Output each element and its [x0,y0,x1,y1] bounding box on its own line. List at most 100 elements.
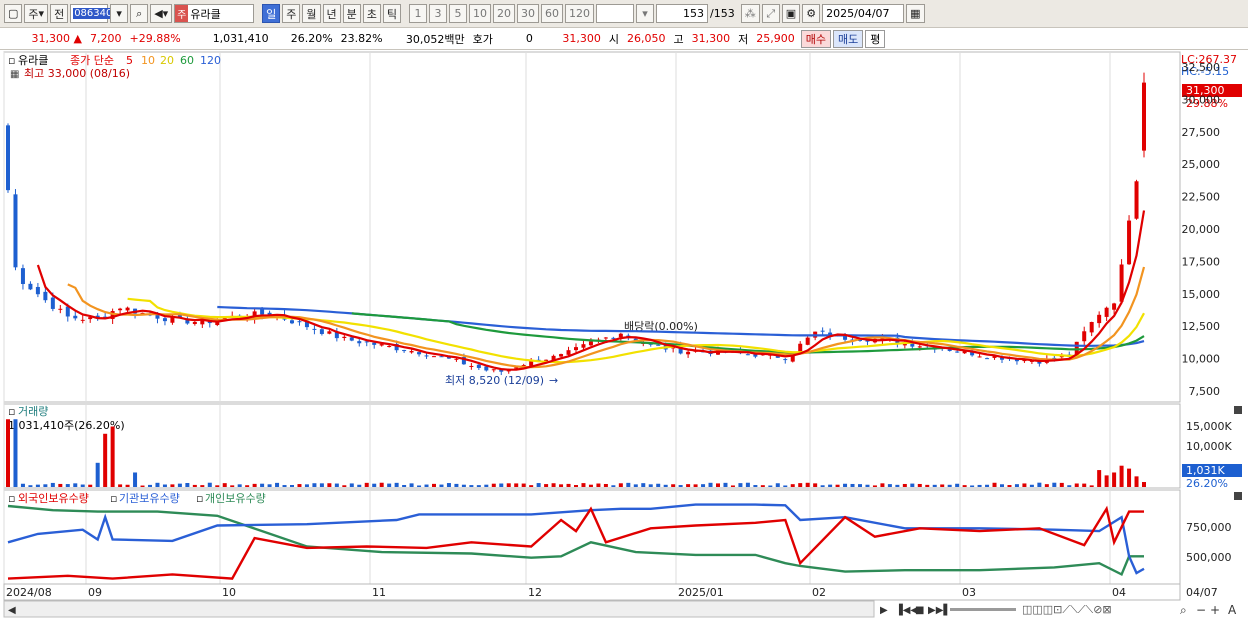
fast-forward-icon[interactable]: ▶▶▌ [928,603,951,616]
candle-body [260,309,265,315]
price-y-tick: 30,000 [1182,93,1221,106]
chart-type-icon[interactable]: ⁂ [740,4,760,23]
volume-bar [409,483,414,487]
holding-close-icon[interactable] [1234,492,1242,500]
x-axis-label: 04 [1112,586,1126,599]
interval-60-button[interactable]: 60 [541,4,564,23]
count-input[interactable]: 153 [656,4,709,23]
scroll-right-icon[interactable]: ▶ [880,605,888,616]
stock-type-tag: 주 [175,5,189,22]
candle-body [656,344,661,346]
draw-tool-icon[interactable]: ⤢ [761,4,780,23]
panel-toggle-icon[interactable]: ▫ [8,54,15,67]
interval-10-button[interactable]: 10 [469,4,492,23]
buy-button[interactable]: 매수 [800,29,831,48]
window-icon[interactable]: ▢ [4,4,23,23]
volume-bar [148,484,152,487]
trade-amount: 30,052백만 [405,32,465,46]
volume-bar [611,485,616,487]
volume-bar [275,482,280,487]
volume-bar [1104,475,1109,487]
volume-bar [947,484,952,487]
volume-close-icon[interactable] [1234,406,1242,414]
stop-icon[interactable]: ■ [915,605,924,616]
holding-panel-toggle-icon[interactable]: ▫ [8,492,15,505]
x-end-label: 04/07 [1186,586,1218,599]
candle-body [357,341,362,344]
save-icon[interactable]: ▣ [781,4,801,23]
interval-30-button[interactable]: 30 [517,4,540,23]
price-y-tick: 7,500 [1189,385,1221,398]
period-tick-button[interactable]: 틱 [382,4,402,23]
font-size-icon[interactable]: A [1228,603,1237,617]
candle-body [1082,331,1087,342]
zoom-out-icon[interactable]: − [1196,603,1206,617]
volume-bar [1112,472,1117,487]
speaker-icon[interactable]: ◀▾ [150,4,173,23]
last-volume-text: 1,031K [1186,464,1225,477]
period-year-button[interactable]: 년 [322,4,341,23]
legend-foreign: 외국인보유수량 [18,492,89,505]
stock-name-box[interactable]: 주 유라클 [174,4,255,23]
volume-bar [917,483,922,487]
ma60-legend: 60 [180,54,194,67]
period-second-button[interactable]: 초 [362,4,381,23]
interval-input[interactable] [596,4,635,23]
code-dropdown-icon[interactable]: ▾ [110,4,129,23]
holding-tick-750000: 750,000 [1186,521,1232,534]
volume-bar [1029,484,1034,487]
calendar-small-icon[interactable]: ▦ [10,69,19,80]
zoom-in-icon[interactable]: + [1210,603,1220,617]
high-price: 31,300 [691,32,731,45]
volume-bar [118,484,123,487]
interval-1-button[interactable]: 1 [409,4,428,23]
volume-bar [1067,485,1072,487]
interval-5-button[interactable]: 5 [449,4,468,23]
volume-bar [1052,482,1057,487]
candle-body [820,330,825,332]
market-select[interactable]: 주 ▾ [24,4,49,23]
x-axis-label: 10 [222,586,236,599]
period-day-button[interactable]: 일 [262,4,281,23]
period-month-button[interactable]: 월 [302,4,321,23]
period-week-button[interactable]: 주 [282,4,301,23]
volume-bar [28,485,33,487]
volume-bar [162,484,167,487]
count-value: 153 [683,7,705,20]
gear-icon[interactable]: ⚙ [802,4,821,23]
ma120-legend: 120 [200,54,221,67]
volume-bar [783,485,788,487]
stock-code-input[interactable]: 086340 [70,4,114,23]
price-y-tick: 12,500 [1182,320,1221,333]
date-input[interactable]: 2025/04/07 [822,4,905,23]
zoom-search-icon[interactable]: ⌕ [1180,603,1187,617]
interval-3-button[interactable]: 3 [429,4,448,23]
calendar-icon[interactable]: ▦ [906,4,925,23]
candle-body [312,328,317,330]
horizontal-scrollbar[interactable] [3,600,875,618]
interval-20-button[interactable]: 20 [493,4,516,23]
volume-panel-toggle-icon[interactable]: ▫ [8,405,15,418]
volume-bar [574,485,578,487]
price-y-tick: 25,000 [1182,158,1221,171]
period-minute-button[interactable]: 분 [342,4,361,23]
candle-body [686,351,691,355]
prev-button[interactable]: 전 [50,4,69,23]
search-icon[interactable]: ⌕ [130,4,149,23]
zoom-slider[interactable] [950,608,1016,611]
x-axis-label: 02 [812,586,826,599]
stock-chart[interactable]: ▫ 유라클 종가 단순 5 10 20 60 120 ▦ 최고 33,000 (… [0,50,1248,621]
volume-bar [491,483,496,487]
interval-dropdown-icon[interactable]: ▾ [636,4,655,23]
volume-bar [902,483,907,487]
sell-button[interactable]: 매도 [833,29,864,48]
interval-120-button[interactable]: 120 [565,4,595,23]
scroll-left-icon[interactable]: ◀ [8,605,16,616]
candle-body [409,351,414,353]
volume-bar [170,484,175,487]
legend-sep-2: ▫ [196,492,203,505]
volume-bar [387,483,392,487]
volume-bar [544,484,549,487]
draw-tools-icon[interactable]: ◫◫◫⊡⟋⟍⟋⟍⊘⊠ [1022,603,1112,616]
evaluate-button[interactable]: 평 [865,29,886,48]
